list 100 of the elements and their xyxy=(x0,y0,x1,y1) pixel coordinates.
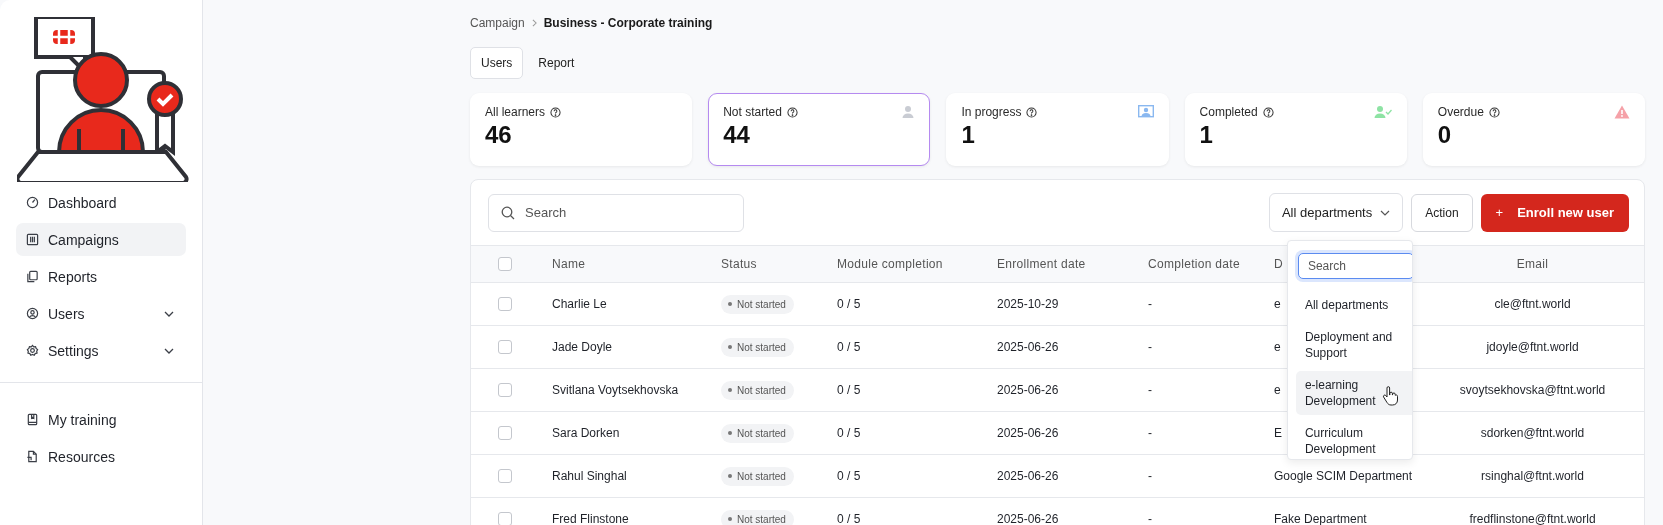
table-cell: Jade Doyle xyxy=(552,340,613,354)
row-checkbox[interactable] xyxy=(498,297,512,311)
stat-label: In progress xyxy=(961,105,1022,119)
status-badge: Not started xyxy=(721,380,794,400)
table-cell: 2025-06-26 xyxy=(997,512,1059,525)
help-icon xyxy=(1262,106,1274,118)
table-cell: - xyxy=(1148,512,1152,525)
row-checkbox[interactable] xyxy=(498,469,512,483)
table-cell: fredflinstone@ftnt.world xyxy=(1469,512,1596,525)
table-cell: svoytsekhovska@ftnt.world xyxy=(1459,383,1606,397)
stat-label: All learners xyxy=(485,105,546,119)
stat-card[interactable]: Completed 1 xyxy=(1184,93,1407,166)
table-cell: jdoyle@ftnt.world xyxy=(1486,340,1579,354)
row-checkbox[interactable] xyxy=(498,340,512,354)
table-cell: - xyxy=(1148,426,1152,440)
help-icon xyxy=(1488,106,1500,118)
action-button[interactable]: Action xyxy=(1411,193,1473,232)
row-checkbox[interactable] xyxy=(498,383,512,397)
table-cell: rsinghal@ftnt.world xyxy=(1481,469,1584,483)
dropdown-option[interactable]: e-learning Development xyxy=(1295,371,1412,415)
table-cell: - xyxy=(1148,469,1152,483)
column-header: Completion date xyxy=(1148,257,1240,271)
nav-item[interactable]: Campaigns xyxy=(16,223,186,256)
status-badge: Not started xyxy=(721,423,794,443)
presentation-icon xyxy=(1137,105,1154,119)
dropdown-option[interactable]: Deployment and Support xyxy=(1295,323,1412,367)
table-cell: 0 / 5 xyxy=(837,383,861,397)
table-cell: Google SCIM Department xyxy=(1274,469,1413,483)
table-cell: 2025-06-26 xyxy=(997,469,1059,483)
columns-icon xyxy=(26,233,39,246)
nav-item[interactable]: Settings xyxy=(16,334,186,367)
help-icon xyxy=(786,106,798,118)
stat-card[interactable]: Overdue 0 xyxy=(1422,93,1645,166)
person-check-icon xyxy=(1373,105,1392,119)
dropdown-option[interactable]: Curriculum Development xyxy=(1295,419,1412,459)
nav-item[interactable]: Users xyxy=(16,297,186,330)
column-header: Name xyxy=(552,257,586,271)
stat-label: Overdue xyxy=(1437,105,1484,119)
table-cell: cle@ftnt.world xyxy=(1494,297,1571,311)
stat-card[interactable]: All learners 46 xyxy=(470,93,693,166)
table-cell: Fake Department xyxy=(1274,512,1367,525)
table-cell: 2025-06-26 xyxy=(997,426,1059,440)
department-select[interactable]: All departments xyxy=(1268,193,1404,232)
table-cell: 2025-10-29 xyxy=(997,297,1059,311)
column-header: Module completion xyxy=(837,257,943,271)
copy-icon xyxy=(26,270,39,283)
dropdown-option[interactable]: All departments xyxy=(1295,291,1412,319)
stat-value: 0 xyxy=(1437,121,1453,149)
table-cell: 2025-06-26 xyxy=(997,383,1059,397)
table-cell: Rahul Singhal xyxy=(552,469,627,483)
search-icon xyxy=(501,205,515,220)
table-cell: - xyxy=(1148,340,1152,354)
status-badge: Not started xyxy=(721,294,794,314)
file-icon xyxy=(26,450,39,463)
nav-item[interactable]: Dashboard xyxy=(16,186,186,219)
nav-item[interactable]: Reports xyxy=(16,260,186,293)
stat-card[interactable]: In progress 1 xyxy=(946,93,1169,166)
table-cell: e xyxy=(1274,383,1281,397)
table-cell: E xyxy=(1274,426,1282,440)
table-cell: Fred Flinstone xyxy=(552,512,629,525)
gauge-icon xyxy=(26,196,39,209)
chevron-down-icon xyxy=(164,310,174,317)
nav-item[interactable]: My training xyxy=(16,403,186,436)
stat-value: 44 xyxy=(723,121,751,149)
dropdown-search-field[interactable]: Search xyxy=(1297,253,1412,279)
user-icon xyxy=(26,307,39,320)
table-cell: 0 / 5 xyxy=(837,426,861,440)
tab[interactable]: Report xyxy=(527,47,586,79)
table-cell: - xyxy=(1148,297,1152,311)
stat-card[interactable]: Not started 44 xyxy=(708,93,931,166)
table-cell: 0 / 5 xyxy=(837,512,861,525)
status-badge: Not started xyxy=(721,466,794,486)
chevron-down-icon xyxy=(1380,209,1391,216)
tab[interactable]: Users xyxy=(470,47,524,79)
gear-icon xyxy=(26,344,39,357)
nav-item[interactable]: Resources xyxy=(16,440,186,473)
breadcrumb-item[interactable]: Campaign xyxy=(470,16,525,30)
person-icon xyxy=(901,105,916,119)
hand-cursor-icon xyxy=(1381,386,1398,406)
warning-icon xyxy=(1614,105,1630,119)
table-cell: Sara Dorken xyxy=(552,426,620,440)
search-field[interactable]: Search xyxy=(488,193,744,232)
stat-value: 1 xyxy=(961,121,976,149)
stat-value: 1 xyxy=(1199,121,1214,149)
book-icon xyxy=(26,413,39,426)
table-cell: 2025-06-26 xyxy=(997,340,1059,354)
column-header: Status xyxy=(721,257,757,271)
table-cell: - xyxy=(1148,383,1152,397)
status-badge: Not started xyxy=(721,337,794,357)
enroll-button[interactable]: + Enroll new user xyxy=(1480,193,1629,232)
row-checkbox[interactable] xyxy=(498,512,512,525)
status-badge: Not started xyxy=(721,509,794,525)
select-all-checkbox[interactable] xyxy=(498,257,512,271)
column-header: D xyxy=(1274,257,1283,271)
help-icon xyxy=(1026,106,1038,118)
row-checkbox[interactable] xyxy=(498,426,512,440)
stat-label: Not started xyxy=(723,105,782,119)
stat-label: Completed xyxy=(1199,105,1258,119)
column-header: Email xyxy=(1516,257,1549,271)
column-header: Enrollment date xyxy=(997,257,1086,271)
